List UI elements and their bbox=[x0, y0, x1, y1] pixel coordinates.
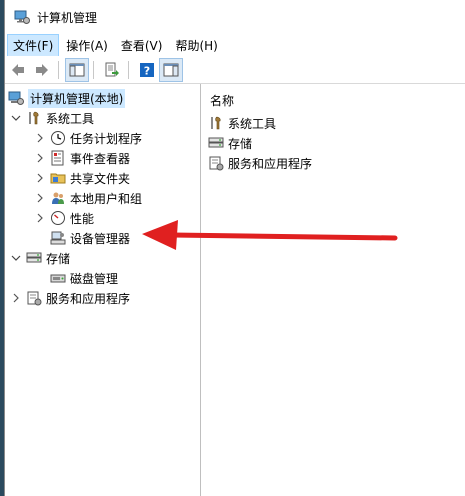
tree-label: 性能 bbox=[70, 211, 95, 226]
disk-management-icon bbox=[50, 270, 66, 286]
tree-item-root[interactable]: 计算机管理(本地) bbox=[8, 88, 126, 108]
list-item-label: 存储 bbox=[228, 136, 253, 151]
menu-file[interactable]: 文件(F) bbox=[7, 33, 60, 57]
column-header-name[interactable]: 名称 bbox=[210, 92, 234, 109]
console-tree: 计算机管理(本地) 系统工具 任务计划程序 事件查看器 共享文件夹 本地用户和组… bbox=[5, 84, 201, 496]
export-list-icon bbox=[105, 62, 119, 76]
menu-view[interactable]: 查看(V) bbox=[115, 34, 169, 57]
tree-label: 存储 bbox=[46, 251, 71, 266]
menu-action[interactable]: 操作(A) bbox=[60, 34, 114, 57]
storage-icon bbox=[208, 135, 224, 151]
tree-label: 服务和应用程序 bbox=[46, 291, 131, 306]
shared-folder-icon bbox=[50, 170, 66, 186]
back-button[interactable] bbox=[7, 59, 29, 81]
tree-item-device-manager[interactable]: 设备管理器 bbox=[50, 228, 130, 248]
tree-item-performance[interactable]: 性能 bbox=[34, 208, 94, 228]
tree-item-event-viewer[interactable]: 事件查看器 bbox=[34, 148, 130, 168]
computer-management-window: 计算机管理 文件(F) 操作(A) 查看(V) 帮助(H) ? 计算机管理(本地… bbox=[4, 0, 465, 496]
chevron-right-icon[interactable] bbox=[34, 132, 46, 144]
tools-icon bbox=[208, 115, 224, 131]
tree-label: 共享文件夹 bbox=[70, 171, 131, 186]
list-item[interactable]: 服务和应用程序 bbox=[208, 153, 312, 173]
services-applications-icon bbox=[208, 155, 224, 171]
tree-item-shared-folders[interactable]: 共享文件夹 bbox=[34, 168, 130, 188]
list-item[interactable]: 系统工具 bbox=[208, 113, 276, 133]
computer-management-icon bbox=[8, 90, 24, 106]
menu-help[interactable]: 帮助(H) bbox=[169, 34, 223, 57]
show-hide-action-pane-button[interactable] bbox=[159, 57, 183, 82]
event-viewer-icon bbox=[50, 150, 66, 166]
menu-bar: 文件(F) 操作(A) 查看(V) 帮助(H) bbox=[5, 33, 465, 57]
services-applications-icon bbox=[26, 290, 42, 306]
forward-arrow-icon bbox=[36, 63, 48, 76]
performance-gauge-icon bbox=[50, 210, 66, 226]
tree-label: 事件查看器 bbox=[70, 151, 131, 166]
title-bar[interactable]: 计算机管理 bbox=[5, 0, 465, 34]
tree-label: 任务计划程序 bbox=[70, 131, 143, 146]
chevron-right-icon[interactable] bbox=[10, 292, 22, 304]
users-icon bbox=[50, 190, 66, 206]
action-pane-icon bbox=[163, 63, 179, 76]
help-icon: ? bbox=[140, 62, 154, 77]
tree-item-services-applications[interactable]: 服务和应用程序 bbox=[10, 288, 130, 308]
forward-button[interactable] bbox=[31, 59, 53, 81]
chevron-down-icon[interactable] bbox=[10, 252, 22, 264]
tree-label: 系统工具 bbox=[46, 111, 95, 126]
show-hide-console-tree-button[interactable] bbox=[65, 57, 89, 82]
toolbar-separator bbox=[58, 60, 59, 79]
chevron-down-icon[interactable] bbox=[10, 112, 22, 124]
tree-label: 计算机管理(本地) bbox=[28, 88, 126, 108]
tree-item-task-scheduler[interactable]: 任务计划程序 bbox=[34, 128, 142, 148]
tree-item-disk-management[interactable]: 磁盘管理 bbox=[50, 268, 118, 288]
back-arrow-icon bbox=[12, 63, 24, 76]
chevron-right-icon[interactable] bbox=[34, 172, 46, 184]
tree-item-system-tools[interactable]: 系统工具 bbox=[10, 108, 94, 128]
svg-text:?: ? bbox=[144, 64, 150, 77]
tree-item-local-users-groups[interactable]: 本地用户和组 bbox=[34, 188, 142, 208]
toolbar-separator bbox=[93, 60, 94, 79]
window-title: 计算机管理 bbox=[37, 10, 98, 25]
chevron-right-icon[interactable] bbox=[34, 192, 46, 204]
chevron-right-icon[interactable] bbox=[34, 212, 46, 224]
computer-management-icon bbox=[14, 10, 30, 24]
toolbar: ? bbox=[5, 56, 465, 84]
storage-icon bbox=[26, 250, 42, 266]
list-item-label: 系统工具 bbox=[228, 116, 277, 131]
toolbar-separator bbox=[128, 60, 129, 79]
list-item-label: 服务和应用程序 bbox=[228, 156, 313, 171]
device-manager-icon bbox=[50, 230, 66, 246]
export-list-button[interactable] bbox=[101, 59, 123, 81]
details-pane: 名称 系统工具 存储 服务和应用程序 bbox=[201, 84, 465, 496]
console-tree-icon bbox=[69, 63, 85, 76]
chevron-right-icon[interactable] bbox=[34, 152, 46, 164]
tree-label: 磁盘管理 bbox=[70, 271, 119, 286]
clock-icon bbox=[50, 130, 66, 146]
tree-label: 本地用户和组 bbox=[70, 191, 143, 206]
tree-item-storage[interactable]: 存储 bbox=[10, 248, 70, 268]
tree-label: 设备管理器 bbox=[70, 231, 131, 246]
help-button[interactable]: ? bbox=[136, 59, 158, 81]
tools-icon bbox=[26, 110, 42, 126]
list-item[interactable]: 存储 bbox=[208, 133, 252, 153]
